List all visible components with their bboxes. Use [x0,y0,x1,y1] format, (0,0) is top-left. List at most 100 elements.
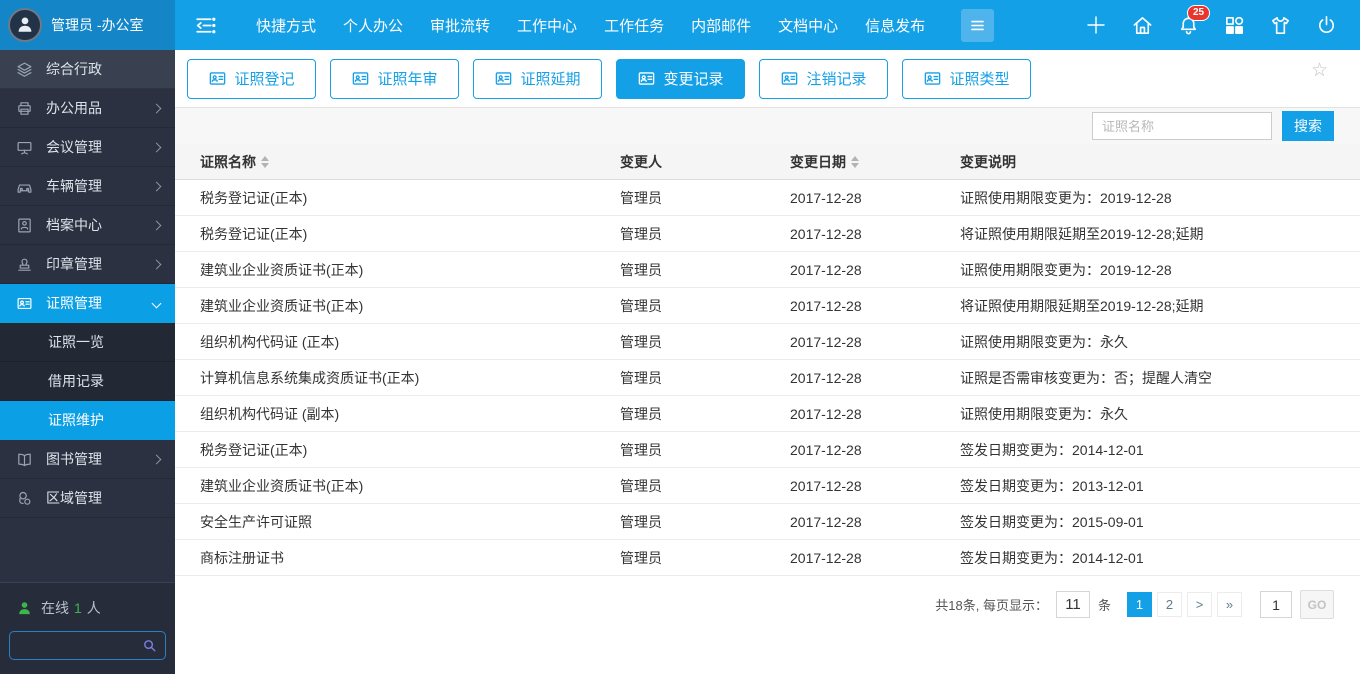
collapse-sidebar-icon[interactable] [193,13,218,38]
nav-internal-mail[interactable]: 内部邮件 [691,15,751,36]
sidebar-item-archive-center[interactable]: 档案中心 [0,206,175,245]
cert-type-icon [923,69,942,88]
more-menu-icon[interactable] [961,9,994,42]
table-body: 税务登记证(正本) 管理员 2017-12-28 证照使用期限变更为：2019-… [175,180,1360,576]
cell-change-note: 证照使用期限变更为：永久 [960,332,1360,352]
cell-change-date: 2017-12-28 [790,370,960,386]
nav-doc-center[interactable]: 文档中心 [778,15,838,36]
archive-icon [16,217,33,234]
search-icon[interactable] [142,638,157,653]
tab-cancel-records[interactable]: 注销记录 [759,59,888,99]
home-icon[interactable] [1131,14,1154,37]
search-button[interactable]: 搜索 [1282,111,1334,141]
table-row[interactable]: 建筑业企业资质证书(正本) 管理员 2017-12-28 证照使用期限变更为：2… [175,252,1360,288]
sidebar-item-region-mgmt[interactable]: 区域管理 [0,479,175,518]
sidebar-item-office-supplies[interactable]: 办公用品 [0,89,175,128]
chevron-right-icon [152,454,162,464]
sidebar-item-general-admin[interactable]: 综合行政 [0,50,175,89]
sidebar-item-certificate-list[interactable]: 证照一览 [0,323,175,362]
layers-icon [16,61,33,78]
notifications-bell-icon[interactable]: 25 [1177,14,1200,37]
page-button-2[interactable]: 2 [1157,592,1182,617]
sort-icon[interactable] [851,156,859,168]
table-row[interactable]: 建筑业企业资质证书(正本) 管理员 2017-12-28 将证照使用期限延期至2… [175,288,1360,324]
nav-work-tasks[interactable]: 工作任务 [604,15,664,36]
nav-work-center[interactable]: 工作中心 [517,15,577,36]
pagination: 共18条, 每页显示： 条 1 2 > » GO [175,590,1360,619]
tab-cert-review[interactable]: 证照年审 [330,59,459,99]
logout-power-icon[interactable] [1315,14,1338,37]
cell-cert-name: 税务登记证(正本) [175,224,620,244]
cell-change-note: 签发日期变更为：2013-12-01 [960,476,1360,496]
go-button[interactable]: GO [1300,590,1334,619]
top-bar: 管理员 -办公室 快捷方式 个人办公 审批流转 工作中心 工作任务 内部邮件 文… [0,0,1360,50]
add-icon[interactable] [1084,13,1108,37]
nav-personal-office[interactable]: 个人办公 [343,15,403,36]
cert-cancel-icon [780,69,799,88]
goto-page-input[interactable] [1260,591,1292,618]
cell-cert-name: 建筑业企业资质证书(正本) [175,476,620,496]
tab-change-records[interactable]: 变更记录 [616,59,745,99]
cell-change-date: 2017-12-28 [790,514,960,530]
sidebar-item-vehicle-mgmt[interactable]: 车辆管理 [0,167,175,206]
filter-bar: 搜索 [175,107,1360,144]
cell-changer: 管理员 [620,224,790,244]
table-row[interactable]: 税务登记证(正本) 管理员 2017-12-28 证照使用期限变更为：2019-… [175,180,1360,216]
cell-change-date: 2017-12-28 [790,442,960,458]
cell-changer: 管理员 [620,188,790,208]
sidebar-item-book-mgmt[interactable]: 图书管理 [0,440,175,479]
top-nav: 快捷方式 个人办公 审批流转 工作中心 工作任务 内部邮件 文档中心 信息发布 [256,15,925,36]
col-changer: 变更人 [620,152,790,172]
cell-cert-name: 税务登记证(正本) [175,188,620,208]
cell-changer: 管理员 [620,548,790,568]
cert-change-icon [637,69,656,88]
chevron-right-icon [152,220,162,230]
sidebar-item-certificate-mgmt[interactable]: 证照管理 [0,284,175,323]
cell-changer: 管理员 [620,512,790,532]
table-row[interactable]: 税务登记证(正本) 管理员 2017-12-28 签发日期变更为：2014-12… [175,432,1360,468]
tab-cert-extend[interactable]: 证照延期 [473,59,602,99]
table-row[interactable]: 税务登记证(正本) 管理员 2017-12-28 将证照使用期限延期至2019-… [175,216,1360,252]
col-change-date: 变更日期 [790,152,960,172]
cell-changer: 管理员 [620,476,790,496]
table-row[interactable]: 计算机信息系统集成资质证书(正本) 管理员 2017-12-28 证照是否需审核… [175,360,1360,396]
per-page-input[interactable] [1056,591,1090,618]
sidebar-item-certificate-maintain[interactable]: 证照维护 [0,401,175,440]
sidebar-item-meeting-mgmt[interactable]: 会议管理 [0,128,175,167]
car-icon [16,178,33,195]
last-page-button[interactable]: » [1217,592,1242,617]
cell-cert-name: 组织机构代码证 (副本) [175,404,620,424]
table-row[interactable]: 安全生产许可证照 管理员 2017-12-28 签发日期变更为：2015-09-… [175,504,1360,540]
theme-shirt-icon[interactable] [1269,14,1292,37]
sort-icon[interactable] [261,156,269,168]
table-row[interactable]: 组织机构代码证 (副本) 管理员 2017-12-28 证照使用期限变更为：永久 [175,396,1360,432]
cell-change-date: 2017-12-28 [790,334,960,350]
table-row[interactable]: 组织机构代码证 (正本) 管理员 2017-12-28 证照使用期限变更为：永久 [175,324,1360,360]
cert-name-search-input[interactable] [1092,112,1272,140]
nav-shortcuts[interactable]: 快捷方式 [256,15,316,36]
top-icon-group: 25 [1084,13,1338,37]
user-panel: 管理员 -办公室 [0,0,175,50]
cell-change-note: 签发日期变更为：2015-09-01 [960,512,1360,532]
avatar[interactable] [8,8,42,42]
favorite-star-icon[interactable]: ☆ [1311,61,1328,80]
apps-grid-icon[interactable] [1223,14,1246,37]
cell-change-date: 2017-12-28 [790,262,960,278]
page-button-1[interactable]: 1 [1127,592,1152,617]
next-page-button[interactable]: > [1187,592,1212,617]
chevron-right-icon [152,259,162,269]
nav-info-publish[interactable]: 信息发布 [865,15,925,36]
certificate-icon [16,295,33,312]
sidebar-item-seal-mgmt[interactable]: 印章管理 [0,245,175,284]
table-row[interactable]: 商标注册证书 管理员 2017-12-28 签发日期变更为：2014-12-01 [175,540,1360,576]
cell-change-note: 签发日期变更为：2014-12-01 [960,440,1360,460]
tab-cert-register[interactable]: 证照登记 [187,59,316,99]
cell-cert-name: 税务登记证(正本) [175,440,620,460]
coins-icon [16,490,33,507]
sidebar-item-borrow-records[interactable]: 借用记录 [0,362,175,401]
main-content: 证照登记 证照年审 证照延期 变更记录 注销记录 证照类型 ☆ 搜索 证照名称 [175,50,1360,674]
nav-approval-flow[interactable]: 审批流转 [430,15,490,36]
cell-cert-name: 建筑业企业资质证书(正本) [175,260,620,280]
tab-cert-types[interactable]: 证照类型 [902,59,1031,99]
table-row[interactable]: 建筑业企业资质证书(正本) 管理员 2017-12-28 签发日期变更为：201… [175,468,1360,504]
